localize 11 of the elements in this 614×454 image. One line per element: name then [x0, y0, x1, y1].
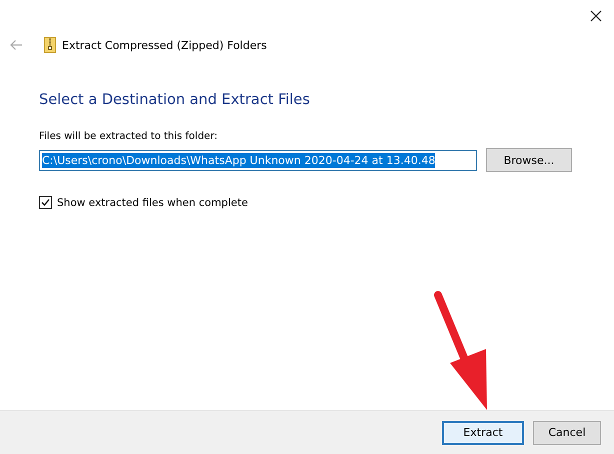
dialog-button[interactable]: Extract [442, 420, 524, 444]
close-icon[interactable] [590, 10, 602, 22]
heading: Select a Destination and Extract Files [39, 92, 311, 108]
folder-path-field[interactable]: C:\Users\crono\Downloads\WhatsApp Unknown 2020-04-24 at 13.40.48 [39, 150, 477, 170]
window-title: Extract Compressed (Zipped) Folders [62, 38, 267, 52]
checkbox-label[interactable]: Show extracted files when complete [57, 196, 248, 208]
dialog-button[interactable]: Cancel [533, 420, 601, 444]
zipped-folder-icon [44, 37, 56, 53]
checkbox[interactable] [39, 196, 52, 209]
browse-button[interactable]: Browse... [486, 148, 572, 172]
field-label: Files will be extracted to this folder: [39, 131, 219, 142]
